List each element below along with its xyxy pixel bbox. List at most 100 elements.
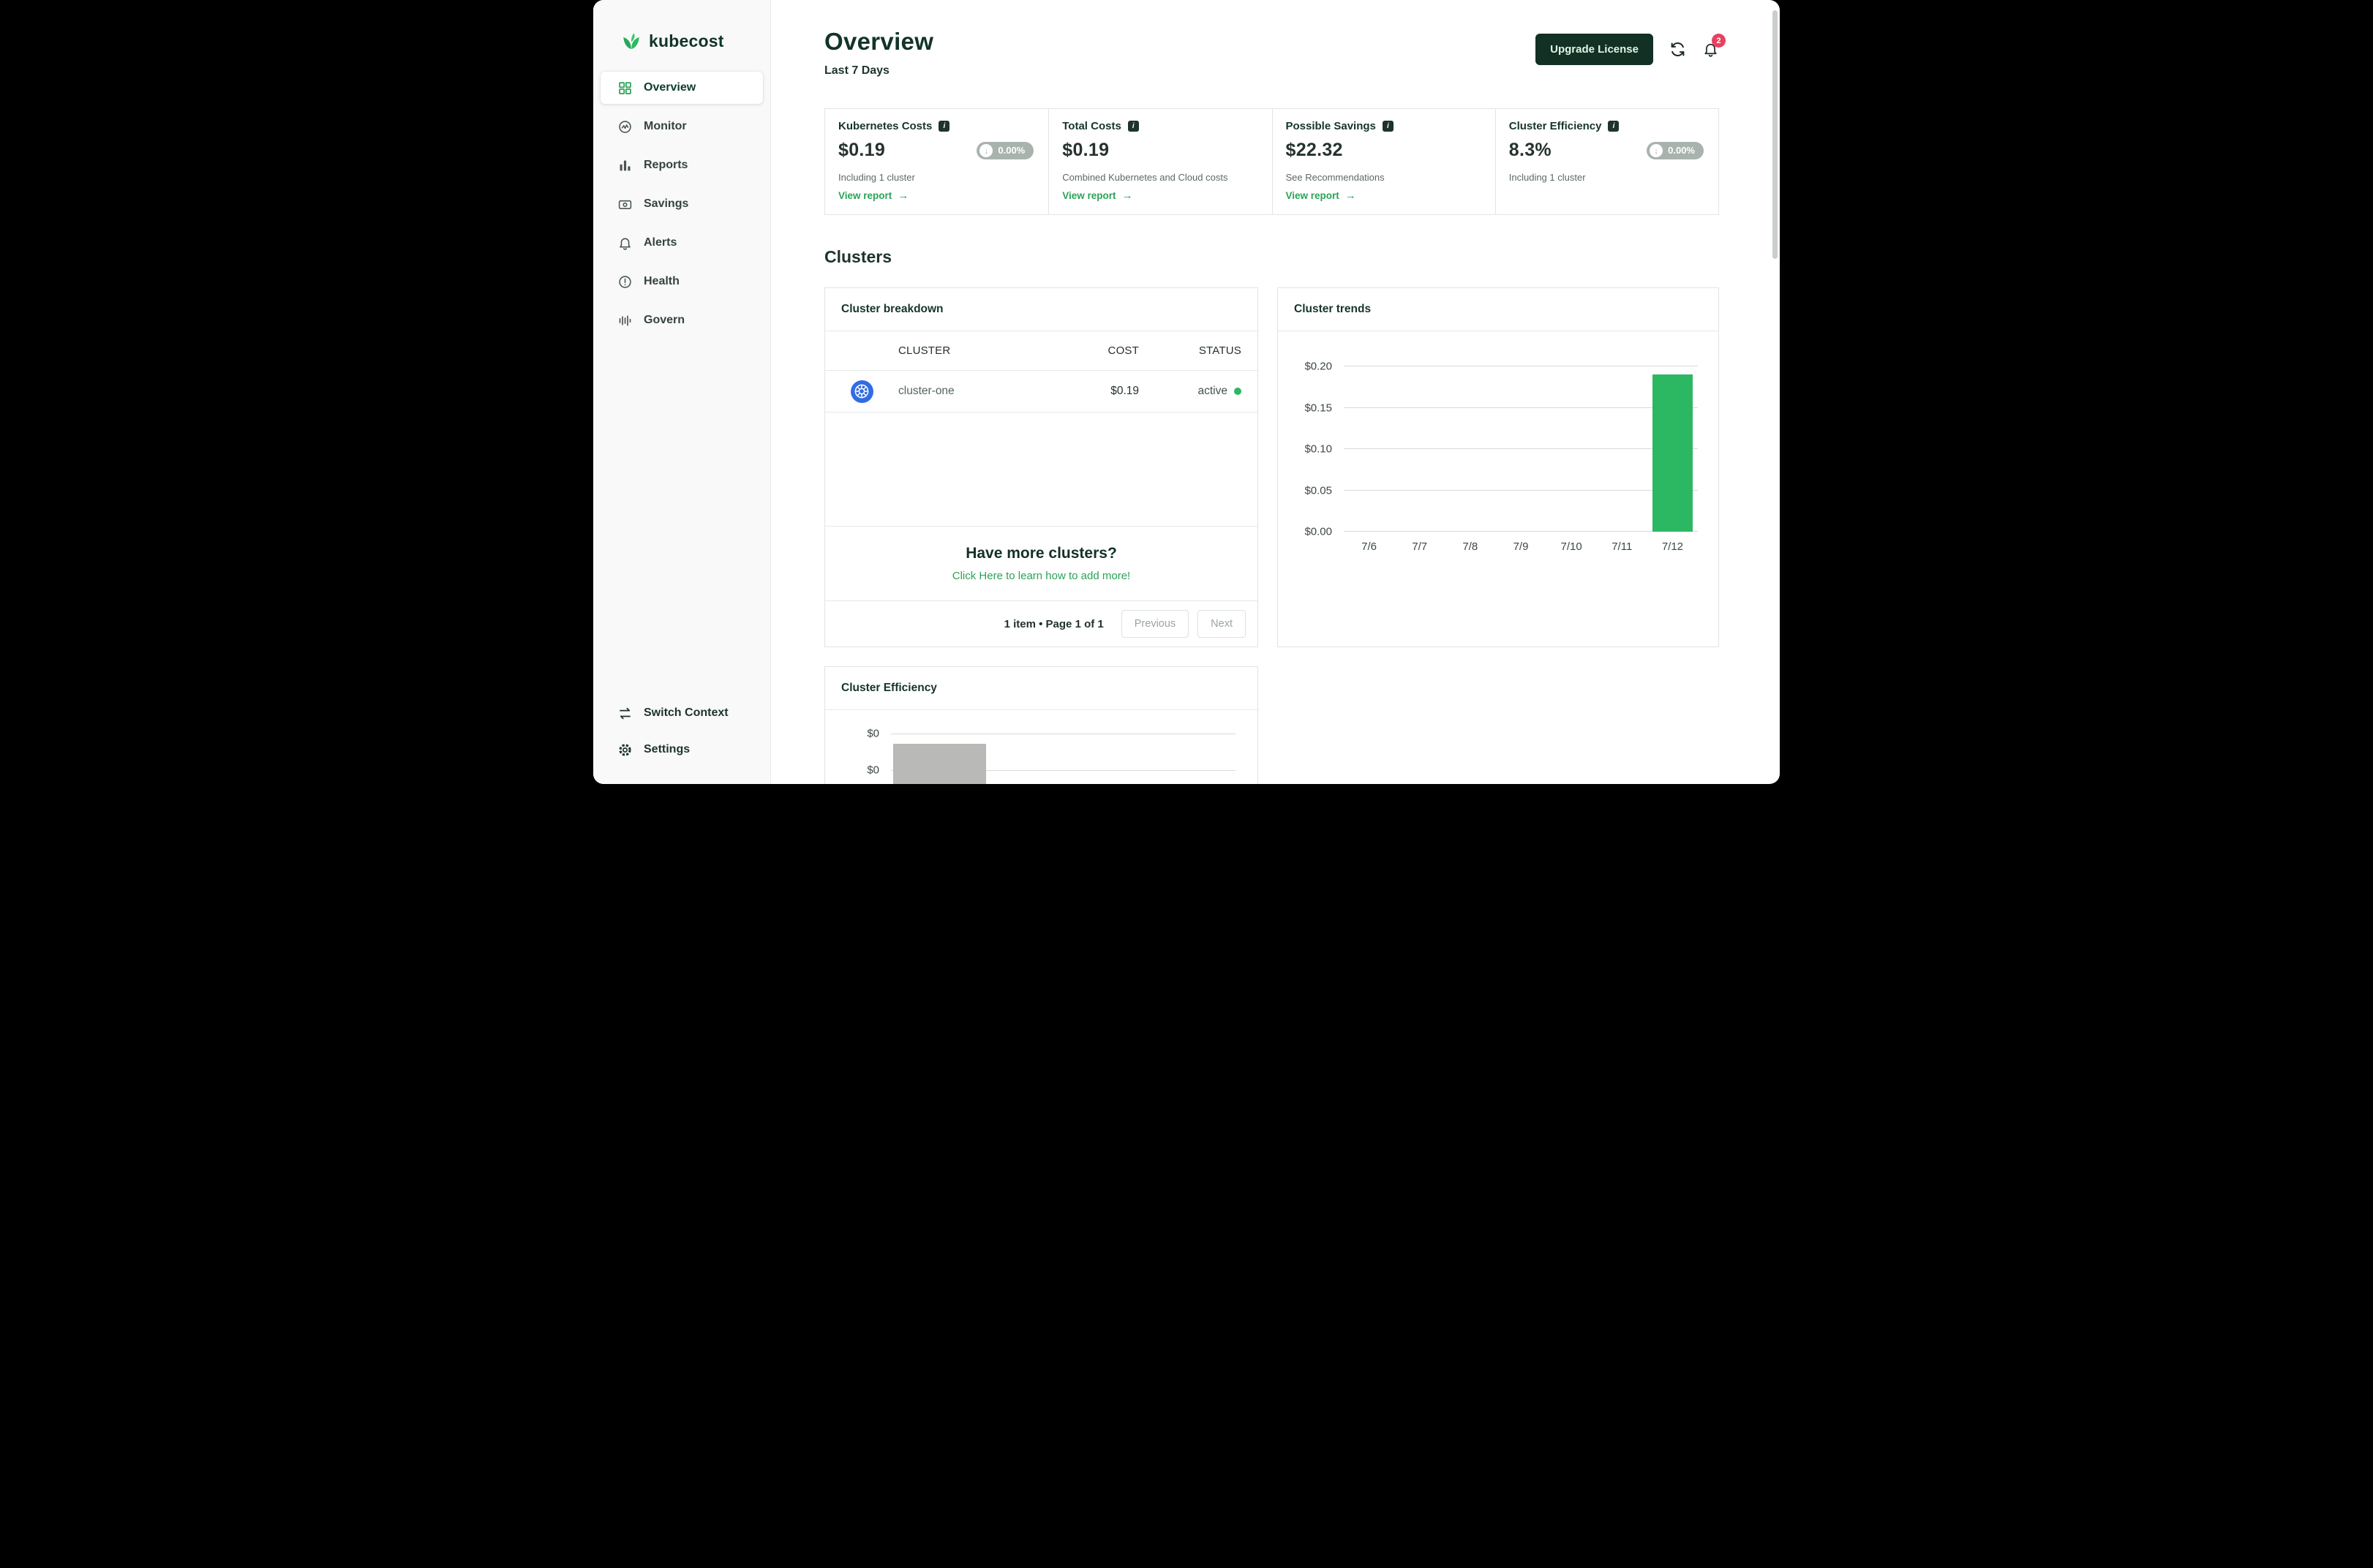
y-axis-label: $0.00	[1304, 525, 1332, 538]
switch-context-button[interactable]: Switch Context	[601, 698, 763, 728]
delta-value: 0.00%	[1668, 145, 1695, 156]
status-dot	[1234, 388, 1241, 395]
add-clusters-link[interactable]: Click Here to learn how to add more!	[952, 570, 1130, 582]
more-clusters-heading: Have more clusters?	[966, 545, 1117, 562]
stat-card-kubernetes-costs: Kubernetes Costs i $0.19 ↓ 0.00% Includi…	[825, 109, 1048, 214]
scrollbar-thumb[interactable]	[1772, 10, 1778, 259]
more-clusters-section: Have more clusters? Click Here to learn …	[825, 526, 1257, 600]
stat-title: Kubernetes Costs	[838, 120, 933, 132]
delta-pill: ↓ 0.00%	[1647, 141, 1704, 159]
stat-card-cluster-efficiency: Cluster Efficiency i 8.3% ↓ 0.00% Includ…	[1494, 109, 1718, 214]
stat-value: $0.19	[838, 140, 886, 160]
top-actions: Upgrade License 2	[1535, 34, 1726, 65]
sidebar-item-label: Health	[644, 275, 680, 287]
table-row[interactable]: cluster-one $0.19 active	[825, 371, 1257, 412]
sidebar-item-label: Overview	[644, 81, 696, 94]
view-report-label: View report	[1285, 190, 1339, 201]
sidebar-item-label: Monitor	[644, 120, 687, 132]
sidebar-footer: Switch Context Settings	[593, 698, 770, 784]
previous-button[interactable]: Previous	[1121, 610, 1189, 638]
x-axis-label: 7/10	[1560, 540, 1582, 553]
x-axis-label: 7/12	[1661, 540, 1684, 553]
cluster-breakdown-card: Cluster breakdown CLUSTER COST STATUS cl…	[824, 287, 1258, 647]
delta-value: 0.00%	[998, 145, 1026, 156]
x-axis-label: 7/8	[1462, 540, 1478, 553]
sidebar-item-govern[interactable]: Govern	[601, 304, 763, 336]
view-report-link[interactable]: View report →	[838, 189, 909, 202]
sidebar-item-label: Reports	[644, 159, 688, 171]
stat-title: Total Costs	[1062, 120, 1121, 132]
y-axis-label: $0	[867, 727, 879, 740]
y-axis-label: $0.05	[1304, 484, 1332, 497]
sidebar-item-savings[interactable]: Savings	[601, 188, 763, 220]
refresh-button[interactable]	[1669, 41, 1686, 58]
view-report-link[interactable]: View report →	[1286, 189, 1356, 202]
topbar: Overview Last 7 Days Upgrade License 2	[824, 28, 1726, 78]
sidebar-item-monitor[interactable]: Monitor	[601, 110, 763, 143]
info-icon[interactable]: i	[1382, 121, 1394, 132]
app-window: kubecost Overview Monitor Reports Saving…	[593, 0, 1780, 784]
trend-bar	[1652, 374, 1693, 532]
kubecost-logo-icon	[623, 33, 639, 50]
sidebar-item-alerts[interactable]: Alerts	[601, 227, 763, 259]
sidebar-nav: Overview Monitor Reports Savings Alerts …	[593, 72, 770, 336]
stat-note: Including 1 cluster	[1508, 172, 1586, 183]
notification-badge: 2	[1712, 34, 1726, 48]
column-header-cluster: CLUSTER	[898, 344, 951, 357]
info-icon[interactable]: i	[1608, 121, 1620, 132]
kubernetes-icon	[850, 380, 873, 403]
sidebar-item-health[interactable]: Health	[601, 265, 763, 298]
efficiency-bar	[893, 744, 986, 784]
alert-circle-icon	[617, 274, 633, 290]
stats-row: Kubernetes Costs i $0.19 ↓ 0.00% Includi…	[824, 108, 1719, 215]
refresh-icon	[1671, 42, 1685, 56]
cluster-trends-card: Cluster trends $0.00 $0.05 $0.10 $0.15 $0.20…	[1277, 287, 1719, 647]
y-axis-label: $0	[867, 764, 879, 777]
view-report-label: View report	[838, 190, 892, 201]
x-axis-label: 7/7	[1412, 540, 1428, 553]
view-report-label: View report	[1062, 190, 1116, 201]
column-header-status: STATUS	[1198, 344, 1241, 357]
stat-note: Including 1 cluster	[838, 172, 915, 183]
stat-title: Possible Savings	[1285, 120, 1376, 132]
pagination-summary: 1 item • Page 1 of 1	[1004, 617, 1104, 630]
info-icon[interactable]: i	[1127, 121, 1139, 132]
trends-plot: $0.00 $0.05 $0.10 $0.15 $0.20	[1304, 361, 1698, 538]
trends-xaxis: 7/6 7/7 7/8 7/9 7/10 7/11 7/12	[1344, 540, 1698, 553]
stat-card-possible-savings: Possible Savings i $22.32 See Recommenda…	[1271, 109, 1495, 214]
y-axis-label: $0.10	[1304, 442, 1332, 456]
cluster-cost: $0.19	[1110, 385, 1139, 397]
bell-icon	[617, 235, 633, 251]
clusters-grid: Cluster breakdown CLUSTER COST STATUS cl…	[824, 287, 1719, 647]
bar-chart-icon	[617, 157, 633, 173]
sidebar-item-reports[interactable]: Reports	[601, 149, 763, 181]
monitor-wave-icon	[617, 118, 633, 135]
switch-context-label: Switch Context	[644, 706, 729, 719]
waves-icon	[617, 312, 633, 328]
card-title: Cluster trends	[1278, 288, 1718, 331]
stat-card-total-costs: Total Costs i $0.19 Combined Kubernetes …	[1048, 109, 1271, 214]
delta-pill: ↓ 0.00%	[977, 141, 1034, 159]
brand[interactable]: kubecost	[593, 0, 770, 72]
settings-button[interactable]: Settings	[601, 734, 763, 765]
brand-name: kubecost	[649, 31, 724, 50]
date-range-label: Last 7 Days	[824, 64, 890, 77]
info-icon[interactable]: i	[939, 121, 950, 132]
arrow-right-icon: →	[1121, 189, 1133, 202]
stat-note: See Recommendations	[1285, 172, 1385, 183]
sidebar-item-label: Alerts	[644, 236, 677, 249]
clusters-heading: Clusters	[824, 247, 892, 266]
cash-icon	[617, 196, 633, 212]
arrow-down-icon: ↓	[979, 143, 993, 157]
stat-value: $0.19	[1062, 140, 1110, 160]
view-report-link[interactable]: View report →	[1062, 189, 1132, 202]
next-button[interactable]: Next	[1197, 610, 1246, 638]
efficiency-chart: $0 $0	[867, 728, 1236, 784]
bars-layer	[1344, 366, 1698, 532]
x-axis-label: 7/6	[1361, 540, 1377, 553]
switch-arrows-icon	[617, 705, 633, 721]
cluster-name: cluster-one	[898, 385, 955, 397]
notifications-button[interactable]: 2	[1702, 34, 1726, 58]
sidebar-item-overview[interactable]: Overview	[601, 72, 763, 104]
upgrade-license-button[interactable]: Upgrade License	[1535, 34, 1653, 65]
